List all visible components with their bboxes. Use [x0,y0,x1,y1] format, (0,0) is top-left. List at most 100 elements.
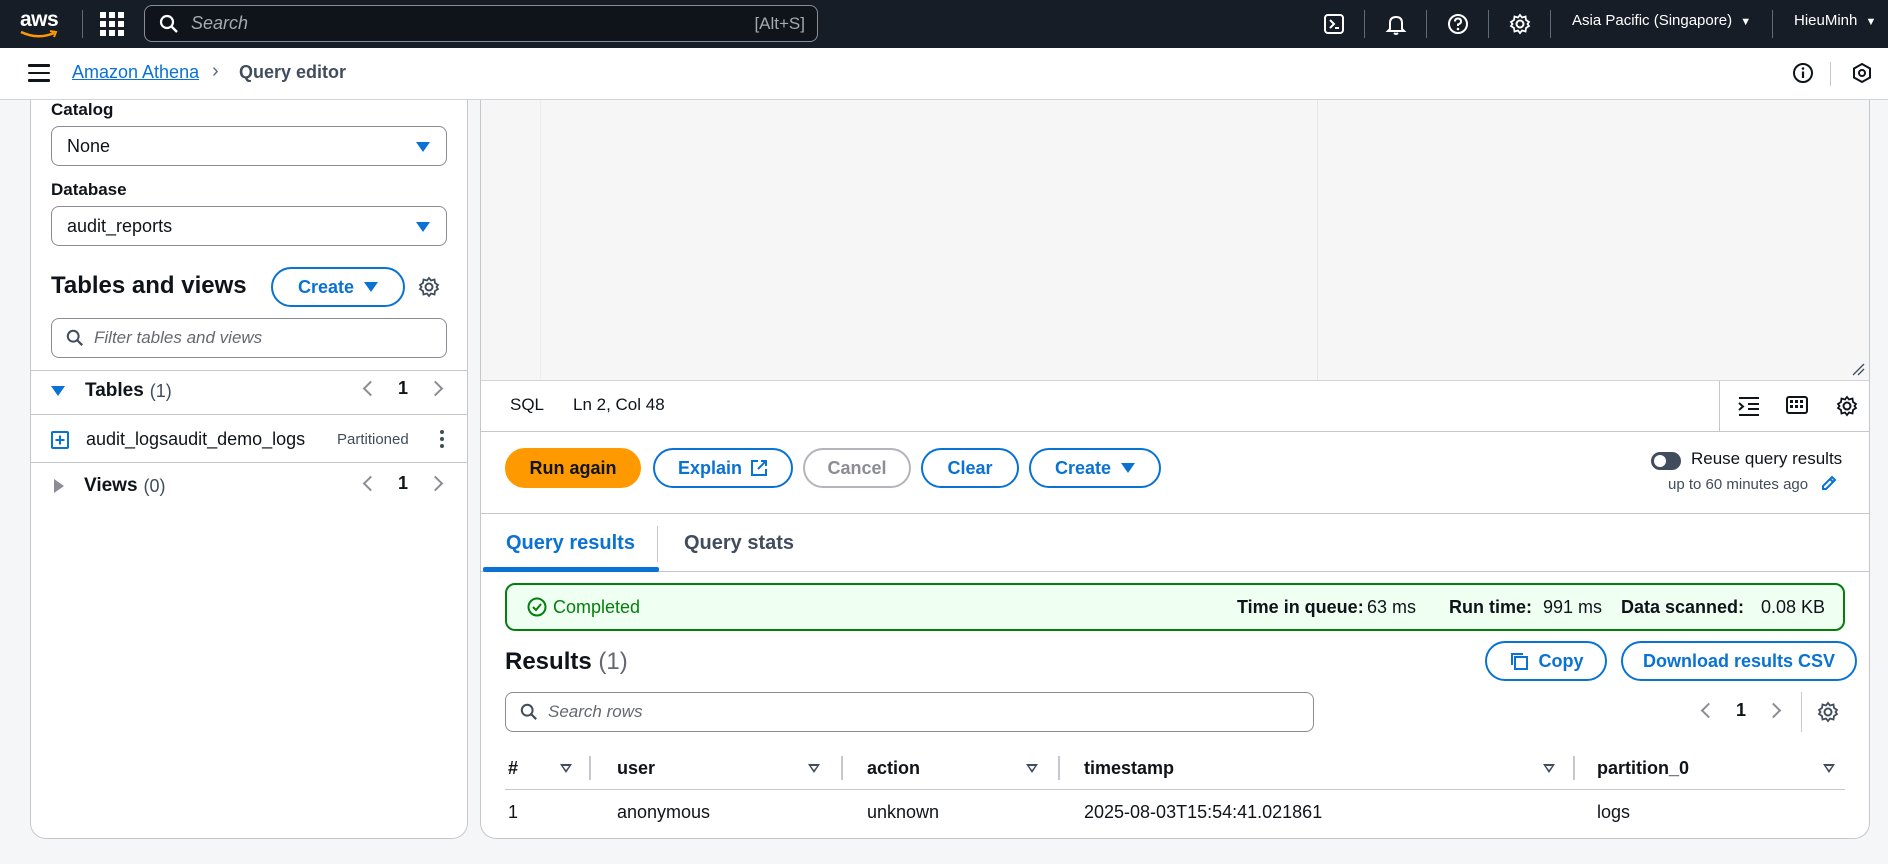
column-header-action[interactable]: action [867,758,920,779]
chevron-left-icon[interactable] [1700,702,1717,719]
tables-label: Tables [85,380,144,401]
feedback-hex-icon[interactable] [1851,62,1873,89]
sort-icon[interactable] [560,764,572,773]
sort-icon[interactable] [1026,764,1038,773]
sort-icon[interactable] [1543,764,1555,773]
table-preferences-gear-icon[interactable] [1817,701,1839,728]
table-list-item[interactable]: audit_logsaudit_demo_logs Partitioned [51,420,451,456]
create-table-button[interactable]: Create [271,267,405,307]
database-label: Database [51,180,127,199]
column-resizer[interactable] [1573,756,1575,780]
sort-icon[interactable] [1823,764,1835,773]
database-select[interactable]: audit_reports [51,206,447,246]
run-again-label: Run again [529,457,617,478]
chevron-right-icon[interactable] [1765,702,1782,719]
tables-views-heading: Tables and views [51,272,247,299]
column-resizer[interactable] [841,756,843,780]
more-actions-icon[interactable] [440,430,444,448]
tab-query-results[interactable]: Query results [506,532,635,555]
tables-page-number[interactable]: 1 [398,378,408,399]
caret-down-icon [1121,463,1136,473]
create-label: Create [297,276,355,297]
resize-handle-icon[interactable] [1851,362,1865,376]
external-link-icon [751,460,768,476]
catalog-select[interactable]: None [51,126,447,166]
breadcrumb-current: Query editor [239,62,347,82]
database-value: audit_reports [67,216,173,236]
divider [1364,10,1365,38]
filter-tables-field[interactable] [51,318,447,358]
keyboard-icon[interactable] [1786,395,1808,420]
cancel-label: Cancel [827,457,887,478]
divider [1488,10,1489,38]
help-icon[interactable] [1444,10,1472,38]
divider [1426,10,1427,38]
download-csv-button[interactable]: Download results CSV [1621,641,1857,681]
chevron-left-icon[interactable] [362,475,379,492]
table-name[interactable]: audit_logsaudit_demo_logs [86,429,305,450]
editor-language: SQL [510,395,545,414]
status-completed: Completed [553,596,641,617]
column-resizer[interactable] [1058,756,1060,780]
info-icon[interactable] [1792,62,1814,89]
sql-editor[interactable] [481,100,1869,380]
query-actions-bar: Run again Explain Cancel Clear Create Re… [481,432,1869,514]
run-time-value: 991 ms [1543,597,1603,617]
results-title: Results [505,648,592,675]
notifications-bell-icon[interactable] [1382,10,1410,38]
aws-logo[interactable]: aws [18,6,62,40]
filter-tables-input[interactable] [94,328,424,348]
views-page-number[interactable]: 1 [398,473,408,494]
chevron-left-icon[interactable] [362,380,379,397]
column-header-partition[interactable]: partition_0 [1597,758,1689,779]
data-scanned-label: Data scanned: [1621,597,1745,617]
expand-caret-icon [51,386,65,396]
editor-print-margin [1317,100,1318,380]
menu-hamburger-icon[interactable] [28,64,50,82]
edit-pencil-icon[interactable] [1820,474,1838,497]
results-page-number[interactable]: 1 [1736,700,1746,721]
column-resizer[interactable] [589,756,591,780]
column-header-timestamp[interactable]: timestamp [1084,758,1174,779]
region-label: Asia Pacific (Singapore) [1572,12,1733,29]
column-header-user[interactable]: user [617,758,655,779]
chevron-right-icon[interactable] [427,380,444,397]
services-grid-icon[interactable] [100,12,124,36]
global-search[interactable]: [Alt+S] [144,5,818,42]
username: HieuMinh [1794,12,1858,29]
column-header-index[interactable]: # [508,758,518,779]
create-button[interactable]: Create [1029,448,1161,488]
table-row: 1 anonymous unknown 2025-08-03T15:54:41.… [505,792,1845,832]
search-rows-field[interactable] [505,692,1314,732]
expand-plus-icon[interactable] [51,431,69,449]
format-indent-icon[interactable] [1737,395,1761,422]
divider [1719,381,1720,431]
chevron-right-icon[interactable] [427,475,444,492]
account-menu[interactable]: HieuMinh ▼ [1794,12,1876,29]
cloudshell-icon[interactable] [1320,10,1348,38]
settings-gear-icon[interactable] [1506,10,1534,38]
editor-settings-gear-icon[interactable] [1836,395,1858,422]
divider [1830,62,1831,86]
aws-smile-icon [20,30,58,38]
chevron-right-icon: › [212,60,219,82]
views-count: (0) [143,475,166,496]
cancel-button[interactable]: Cancel [803,448,911,488]
copy-button[interactable]: Copy [1485,641,1607,681]
editor-status-bar: SQL Ln 2, Col 48 [481,380,1869,432]
settings-gear-icon[interactable] [418,276,440,303]
global-search-input[interactable] [191,13,751,34]
tab-query-stats[interactable]: Query stats [684,532,794,555]
explain-button[interactable]: Explain [653,448,793,488]
run-again-button[interactable]: Run again [505,448,641,488]
search-rows-input[interactable] [548,702,1288,722]
region-selector[interactable]: Asia Pacific (Singapore) ▼ [1572,12,1751,29]
reuse-results-toggle[interactable] [1651,452,1681,470]
clear-button[interactable]: Clear [921,448,1019,488]
breadcrumb-athena-link[interactable]: Amazon Athena [72,62,199,83]
caret-down-icon [416,222,430,232]
divider [31,414,467,415]
sort-icon[interactable] [808,764,820,773]
query-editor-panel: SQL Ln 2, Col 48 Run again Explain Cance… [480,100,1870,839]
data-scanned-value: 0.08 KB [1761,597,1826,617]
